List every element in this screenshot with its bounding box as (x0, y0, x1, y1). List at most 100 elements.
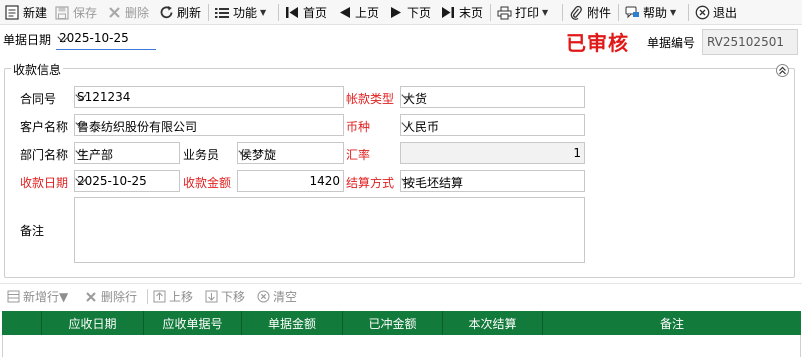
clear-button[interactable]: 清空 (256, 288, 297, 305)
settlement-method-value: 按毛坯结算 (403, 176, 464, 190)
receipt-date-picker[interactable]: 2025-10-25 (74, 170, 180, 192)
move-up-label: 上移 (169, 290, 194, 304)
prev-page-label: 上页 (355, 6, 380, 20)
group-title: 收款信息 (11, 61, 64, 78)
paperclip-icon (568, 5, 584, 21)
last-page-button[interactable]: 末页 (440, 3, 483, 22)
next-page-icon (388, 5, 404, 21)
exit-icon (694, 5, 710, 21)
col-doc-amount[interactable]: 单据金额 (242, 311, 343, 335)
salesman-label: 业务员 (183, 148, 220, 162)
col-receivable-doc-no[interactable]: 应收单据号 (144, 311, 242, 335)
first-page-label: 首页 (303, 6, 328, 20)
refresh-button[interactable]: 刷新 (158, 3, 201, 22)
delete-row-button[interactable]: 删除行 (84, 288, 137, 305)
delete-icon (106, 5, 122, 21)
save-label: 保存 (73, 6, 98, 20)
grid-toolbar: 新增行 ▼ 删除行 上移 下移 清空 (0, 283, 802, 307)
add-row-icon (6, 290, 20, 304)
contract-value: S121234 (77, 90, 131, 104)
approved-status-stamp: 已审核 (566, 31, 629, 55)
doc-date-label: 单据日期 (3, 33, 52, 47)
contract-label: 合同号 (20, 92, 57, 106)
col-current-settlement[interactable]: 本次结算 (443, 311, 543, 335)
move-down-label: 下移 (221, 290, 246, 304)
grid-header: 应收日期 应收单据号 单据金额 已冲金额 本次结算 备注 (2, 311, 801, 335)
department-select[interactable]: 生产部 (74, 142, 180, 164)
row-indicator-header (2, 311, 42, 335)
delete-row-label: 删除行 (101, 290, 138, 304)
next-page-label: 下页 (407, 6, 432, 20)
last-page-icon (440, 5, 456, 21)
move-down-button[interactable]: 下移 (204, 288, 245, 305)
col-receivable-date[interactable]: 应收日期 (42, 311, 144, 335)
receipt-amount-value: 1420 (309, 174, 340, 188)
double-chevron-up-icon (779, 66, 786, 75)
add-row-label: 新增行 (23, 290, 60, 304)
next-page-button[interactable]: 下页 (388, 3, 431, 22)
salesman-select[interactable]: 侯梦旋 (237, 142, 344, 164)
move-up-button[interactable]: 上移 (152, 288, 193, 305)
exchange-rate-value: 1 (573, 146, 581, 160)
save-icon (54, 5, 70, 21)
doc-no-label: 单据编号 (647, 36, 696, 50)
exit-button[interactable]: 退出 (694, 3, 737, 22)
add-row-button[interactable]: 新增行 ▼ (6, 288, 68, 305)
move-down-icon (204, 290, 218, 304)
first-page-icon (284, 5, 300, 21)
refresh-label: 刷新 (177, 6, 202, 20)
remark-textarea[interactable] (74, 197, 585, 263)
receipt-amount-label: 收款金额 (183, 176, 232, 190)
last-page-label: 末页 (459, 6, 484, 20)
toolbar-divider (208, 4, 209, 21)
receipt-amount-field[interactable]: 1420 (237, 170, 344, 192)
toolbar-divider (562, 4, 563, 21)
new-doc-icon (4, 5, 20, 21)
save-button[interactable]: 保存 (54, 3, 97, 22)
exchange-rate-field[interactable]: 1 (400, 142, 585, 164)
delete-label: 删除 (125, 6, 150, 20)
functions-menu-button[interactable]: 功能 ▼ (214, 3, 266, 22)
currency-label: 币种 (346, 120, 371, 134)
customer-value: 鲁泰纺织股份有限公司 (77, 120, 198, 134)
doc-date-value: 2025-10-25 (59, 31, 129, 45)
clear-label: 清空 (273, 290, 298, 304)
delete-icon (84, 290, 98, 304)
attachment-button[interactable]: 附件 (568, 3, 611, 22)
col-remark[interactable]: 备注 (543, 311, 801, 335)
prev-page-icon (336, 5, 352, 21)
contract-select[interactable]: S121234 (74, 86, 344, 108)
remark-label: 备注 (20, 224, 45, 238)
printer-icon (496, 5, 512, 21)
toolbar-divider (688, 4, 689, 21)
clear-icon (256, 290, 270, 304)
col-offset-amount[interactable]: 已冲金额 (343, 311, 443, 335)
account-type-select[interactable]: 大货 (400, 86, 585, 108)
account-type-label: 帐款类型 (346, 92, 395, 106)
settlement-method-select[interactable]: 按毛坯结算 (400, 170, 585, 192)
print-label: 打印 (515, 6, 540, 20)
settlement-method-label: 结算方式 (346, 176, 395, 190)
functions-label: 功能 (233, 6, 258, 20)
doc-no-field[interactable]: RV25102501 (702, 29, 798, 55)
main-toolbar: 新建 保存 删除 刷新 功能 ▼ 首页 上页 下页 末页 打印 ▼ 附件 帮助 … (0, 0, 802, 25)
dropdown-arrow-icon: ▼ (59, 289, 69, 304)
exchange-rate-label: 汇率 (346, 148, 371, 162)
grid-body[interactable] (2, 335, 801, 357)
help-label: 帮助 (643, 6, 668, 20)
help-menu-button[interactable]: 帮助 ▼ (624, 3, 676, 22)
first-page-button[interactable]: 首页 (284, 3, 327, 22)
new-button[interactable]: 新建 (4, 3, 47, 22)
doc-date-picker[interactable]: 2025-10-25 (56, 28, 156, 50)
currency-select[interactable]: 人民币 (400, 114, 585, 136)
receipt-date-label: 收款日期 (20, 176, 69, 190)
prev-page-button[interactable]: 上页 (336, 3, 379, 22)
collapse-button[interactable] (776, 64, 789, 77)
delete-button[interactable]: 删除 (106, 3, 149, 22)
list-icon (214, 5, 230, 21)
print-menu-button[interactable]: 打印 ▼ (496, 3, 548, 22)
customer-select[interactable]: 鲁泰纺织股份有限公司 (74, 114, 344, 136)
refresh-icon (158, 5, 174, 21)
attachment-label: 附件 (587, 6, 612, 20)
receipt-date-value: 2025-10-25 (77, 174, 147, 188)
